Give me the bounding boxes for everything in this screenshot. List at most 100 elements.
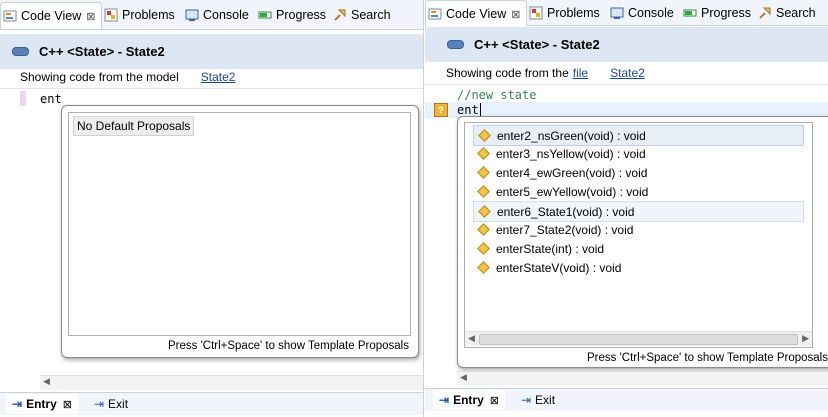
tab-label: Entry xyxy=(453,393,484,407)
console-icon xyxy=(185,8,199,22)
tab-search[interactable]: Search xyxy=(758,0,816,26)
editor-title-bar: C++ <State> - State2 xyxy=(425,27,828,62)
state-link[interactable]: State2 xyxy=(610,66,645,80)
tab-label: Progress xyxy=(276,8,327,22)
tab-label: Exit xyxy=(535,393,556,407)
tab-label: Console xyxy=(628,6,674,20)
tab-progress[interactable]: Progress xyxy=(683,0,751,26)
view-tab-bar: Code View ⊠ Problems Console Progress Se… xyxy=(0,0,423,30)
proposal-list[interactable]: enter2_nsGreen(void) : void enter3_nsYel… xyxy=(464,122,813,348)
method-icon xyxy=(477,223,490,236)
tab-label: Search xyxy=(776,6,816,20)
close-icon[interactable]: ⊠ xyxy=(86,10,95,23)
state-link[interactable]: State2 xyxy=(201,70,236,84)
file-link[interactable]: file xyxy=(573,66,588,80)
tab-progress[interactable]: Progress xyxy=(258,2,326,28)
horizontal-scrollbar[interactable]: ◀ xyxy=(457,371,828,386)
code-line: ent xyxy=(40,92,62,106)
content-assist-popup[interactable]: enter2_nsGreen(void) : void enter3_nsYel… xyxy=(457,116,828,368)
method-icon xyxy=(477,261,490,274)
tab-label: Entry xyxy=(26,397,57,411)
tab-entry[interactable]: ⇥ Entry ⊠ xyxy=(6,394,78,414)
exit-icon: ⇥ xyxy=(520,393,532,407)
proposal-item[interactable]: enter2_nsGreen(void) : void xyxy=(473,125,804,146)
bottom-tab-bar: ⇥ Entry ⊠ ⇥ Exit xyxy=(425,388,828,411)
close-icon[interactable]: ⊠ xyxy=(490,394,499,407)
tab-label: Progress xyxy=(701,6,752,20)
scroll-thumb[interactable] xyxy=(479,334,798,345)
tab-code-view[interactable]: Code View ⊠ xyxy=(425,0,527,27)
proposal-item[interactable]: No Default Proposals xyxy=(73,116,195,136)
proposal-horizontal-scrollbar[interactable]: ◀ ▶ xyxy=(465,331,812,346)
progress-icon xyxy=(258,8,272,22)
tab-search[interactable]: Search xyxy=(333,2,391,28)
tab-exit[interactable]: ⇥ Exit xyxy=(88,394,134,414)
method-icon xyxy=(477,147,490,160)
horizontal-scrollbar[interactable]: ◀ xyxy=(40,375,423,390)
editor-title-bar: C++ <State> - State2 xyxy=(0,34,423,69)
info-line: Showing code from the file State2 xyxy=(425,64,828,82)
tab-label: Search xyxy=(351,8,391,22)
proposal-item[interactable]: enter6_State1(void) : void xyxy=(473,201,804,222)
left-code-view-panel: Code View ⊠ Problems Console Progress Se… xyxy=(0,0,424,417)
tab-label: Code View xyxy=(21,9,82,23)
bottom-tab-bar: ⇥ Entry ⊠ ⇥ Exit xyxy=(0,392,423,415)
info-text: Showing code from the xyxy=(446,66,569,80)
text-cursor xyxy=(479,103,481,117)
close-icon[interactable]: ⊠ xyxy=(511,8,520,21)
scroll-right-icon[interactable]: ▶ xyxy=(802,333,809,344)
tab-problems[interactable]: Problems xyxy=(529,0,600,26)
proposal-item[interactable]: enterStateV(void) : void xyxy=(473,258,804,277)
info-line: Showing code from the model State2 xyxy=(0,68,423,86)
code-comment: //new state xyxy=(457,88,537,102)
info-text: Showing code from the model xyxy=(20,70,179,84)
method-icon xyxy=(477,166,490,179)
tab-console[interactable]: Console xyxy=(610,0,674,26)
progress-icon xyxy=(683,6,697,20)
tab-label: Problems xyxy=(122,8,175,22)
tab-problems[interactable]: Problems xyxy=(104,2,175,28)
tab-label: Exit xyxy=(108,397,129,411)
tab-entry[interactable]: ⇥ Entry ⊠ xyxy=(433,390,505,410)
content-assist-popup[interactable]: No Default Proposals Press 'Ctrl+Space' … xyxy=(61,105,419,358)
change-marker xyxy=(20,91,26,106)
tab-label: Console xyxy=(203,8,249,22)
scroll-left-icon[interactable]: ◀ xyxy=(460,372,467,383)
proposal-item[interactable]: enter5_ewYellow(void) : void xyxy=(473,182,804,201)
method-icon xyxy=(477,242,490,255)
code-line: ent xyxy=(457,103,481,117)
scroll-left-icon[interactable]: ◀ xyxy=(468,333,475,344)
tab-console[interactable]: Console xyxy=(185,2,249,28)
exit-icon: ⇥ xyxy=(93,397,105,411)
method-icon xyxy=(478,129,491,142)
right-code-view-panel: Code View ⊠ Problems Console Progress Se… xyxy=(425,0,828,417)
state-icon xyxy=(447,40,464,49)
tab-label: Problems xyxy=(547,6,600,20)
search-icon xyxy=(333,8,347,22)
method-icon xyxy=(478,205,491,218)
entry-icon: ⇥ xyxy=(439,393,450,407)
search-icon xyxy=(758,6,772,20)
status-hint: Press 'Ctrl+Space' to show Template Prop… xyxy=(167,340,409,352)
scroll-left-icon[interactable]: ◀ xyxy=(43,376,50,387)
tab-code-view[interactable]: Code View ⊠ xyxy=(0,2,102,29)
code-view-icon xyxy=(428,7,442,21)
proposal-item[interactable]: enter3_nsYellow(void) : void xyxy=(473,144,804,163)
page-title: C++ <State> - State2 xyxy=(39,44,165,59)
proposal-item[interactable]: enter7_State2(void) : void xyxy=(473,220,804,239)
status-hint: Press 'Ctrl+Space' to show Template Prop… xyxy=(586,352,828,364)
proposal-item[interactable]: enter4_ewGreen(void) : void xyxy=(473,163,804,182)
state-icon xyxy=(12,47,29,56)
quick-fix-icon[interactable]: ? xyxy=(434,103,448,117)
page-title: C++ <State> - State2 xyxy=(474,37,600,52)
close-icon[interactable]: ⊠ xyxy=(63,398,72,411)
tab-exit[interactable]: ⇥ Exit xyxy=(515,390,561,410)
proposal-list[interactable]: No Default Proposals xyxy=(68,112,411,336)
tab-label: Code View xyxy=(446,7,507,21)
console-icon xyxy=(610,6,624,20)
proposal-item[interactable]: enterState(int) : void xyxy=(473,239,804,258)
method-icon xyxy=(477,185,490,198)
problems-icon xyxy=(529,6,543,20)
code-view-icon xyxy=(3,9,17,23)
view-tab-bar: Code View ⊠ Problems Console Progress Se… xyxy=(425,0,828,27)
